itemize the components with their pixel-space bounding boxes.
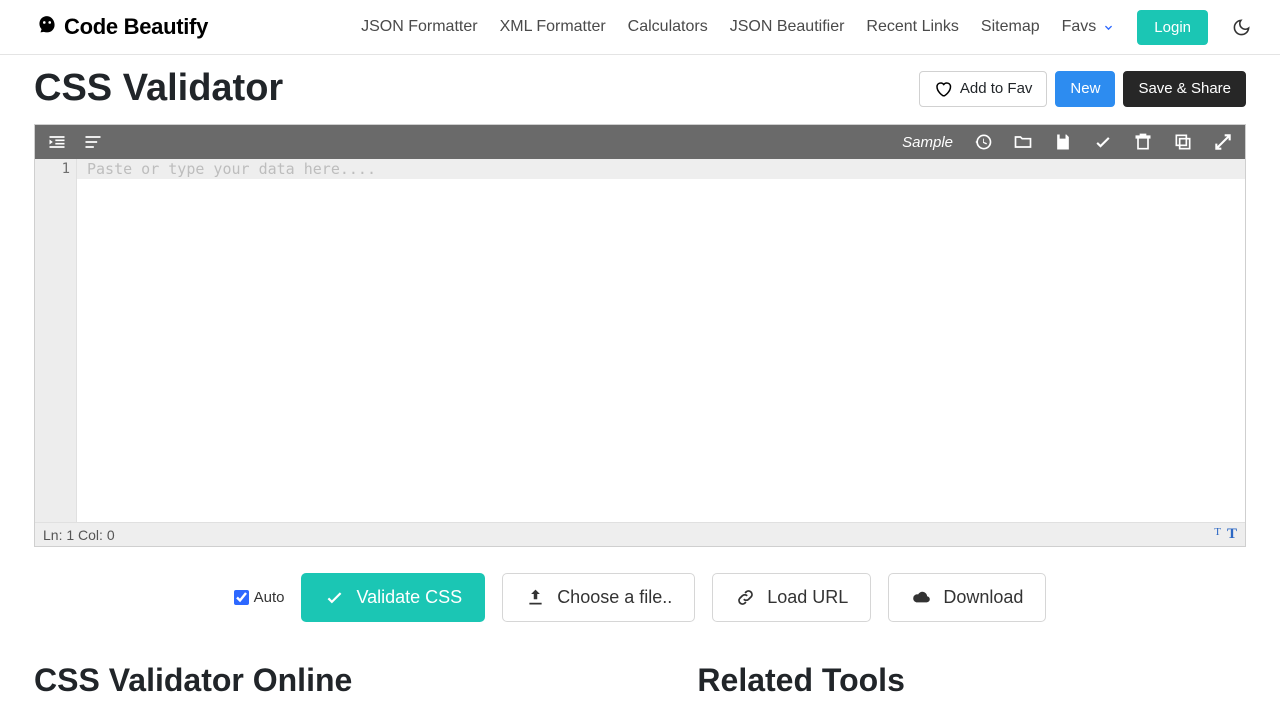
- copy-icon[interactable]: [1173, 132, 1193, 152]
- nav-json-beautifier[interactable]: JSON Beautifier: [730, 18, 845, 36]
- folder-open-icon[interactable]: [1013, 132, 1033, 152]
- load-url-button[interactable]: Load URL: [712, 573, 871, 622]
- login-button[interactable]: Login: [1137, 10, 1208, 45]
- outdent-icon[interactable]: [83, 132, 103, 152]
- nav-calculators[interactable]: Calculators: [628, 18, 708, 36]
- nav-xml-formatter[interactable]: XML Formatter: [500, 18, 606, 36]
- validate-css-button[interactable]: Validate CSS: [301, 573, 485, 622]
- nav-recent-links[interactable]: Recent Links: [866, 18, 959, 36]
- choose-file-button[interactable]: Choose a file..: [502, 573, 695, 622]
- download-button[interactable]: Download: [888, 573, 1046, 622]
- editor-statusbar: Ln: 1 Col: 0 T T: [35, 522, 1245, 546]
- editor-container: Sample 1 Paste or type your data here...…: [34, 124, 1246, 547]
- heart-icon: [934, 80, 952, 98]
- line-number: 1: [35, 161, 70, 177]
- editor-toolbar: Sample: [35, 125, 1245, 159]
- new-button[interactable]: New: [1055, 71, 1115, 107]
- site-logo[interactable]: Code Beautify: [34, 14, 208, 40]
- editor-gutter: 1: [35, 159, 77, 522]
- code-input[interactable]: Paste or type your data here....: [77, 159, 1245, 522]
- add-to-fav-button[interactable]: Add to Fav: [919, 71, 1048, 107]
- logo-icon: [34, 14, 60, 40]
- theme-toggle[interactable]: [1230, 16, 1252, 38]
- link-icon: [735, 587, 756, 608]
- text-size-large[interactable]: T: [1227, 526, 1237, 543]
- sample-button[interactable]: Sample: [902, 134, 953, 151]
- expand-icon[interactable]: [1213, 132, 1233, 152]
- download-cloud-icon: [911, 587, 932, 608]
- save-share-button[interactable]: Save & Share: [1123, 71, 1246, 107]
- section-heading-online: CSS Validator Online: [34, 662, 637, 699]
- history-icon[interactable]: [973, 132, 993, 152]
- editor-placeholder: Paste or type your data here....: [87, 160, 376, 178]
- auto-checkbox[interactable]: [234, 590, 249, 605]
- nav-favs[interactable]: Favs: [1062, 18, 1116, 36]
- text-size-small[interactable]: T: [1214, 526, 1221, 543]
- save-icon[interactable]: [1053, 132, 1073, 152]
- section-heading-related: Related Tools: [697, 662, 1246, 699]
- check-icon: [324, 587, 345, 608]
- auto-checkbox-label[interactable]: Auto: [234, 589, 285, 606]
- cursor-position: Ln: 1 Col: 0: [43, 527, 115, 543]
- page-title: CSS Validator: [34, 67, 283, 110]
- nav-sitemap[interactable]: Sitemap: [981, 18, 1040, 36]
- check-icon[interactable]: [1093, 132, 1113, 152]
- chevron-down-icon: [1102, 21, 1115, 34]
- moon-icon: [1232, 18, 1251, 37]
- logo-text: Code Beautify: [64, 14, 208, 40]
- nav-json-formatter[interactable]: JSON Formatter: [361, 18, 477, 36]
- upload-icon: [525, 587, 546, 608]
- trash-icon[interactable]: [1133, 132, 1153, 152]
- indent-icon[interactable]: [47, 132, 67, 152]
